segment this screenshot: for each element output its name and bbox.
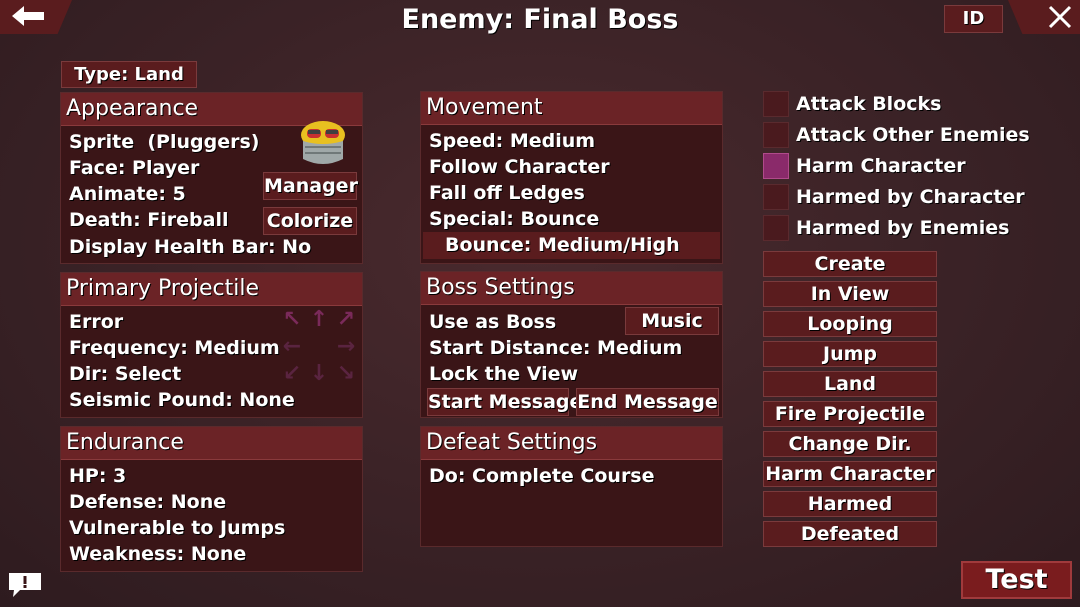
projectile-row[interactable]: Error xyxy=(69,311,123,333)
death-row[interactable]: Death: Fireball xyxy=(69,209,229,231)
animate-row[interactable]: Animate: 5 xyxy=(69,183,186,205)
direction-row[interactable]: Dir: Select xyxy=(69,363,181,385)
endurance-panel: Endurance HP: 3 Defense: None Vulnerable… xyxy=(60,426,363,572)
hp-row[interactable]: HP: 3 xyxy=(69,465,126,487)
arrow-down-icon[interactable]: ↓ xyxy=(307,361,331,386)
health-bar-row[interactable]: Display Health Bar: No xyxy=(69,236,311,258)
weakness-row[interactable]: Weakness: None xyxy=(69,543,246,565)
start-message-button[interactable]: Start Message xyxy=(427,388,582,416)
colorize-button[interactable]: Colorize xyxy=(263,207,357,235)
bounce-label: Bounce: Medium/High xyxy=(445,234,680,256)
use-as-boss-row[interactable]: Use as Boss xyxy=(429,311,556,333)
primary-projectile-title: Primary Projectile xyxy=(61,273,362,306)
event-harmed-button[interactable]: Harmed xyxy=(763,491,937,517)
frequency-row[interactable]: Frequency: Medium xyxy=(69,337,280,359)
harmed-by-enemies-label[interactable]: Harmed by Enemies xyxy=(796,217,1010,239)
follow-character-row[interactable]: Follow Character xyxy=(429,156,610,178)
boss-settings-panel: Boss Settings Use as Boss Start Distance… xyxy=(420,271,723,418)
attack-blocks-label[interactable]: Attack Blocks xyxy=(796,93,941,115)
arrow-up-left-icon[interactable]: ↖ xyxy=(280,307,304,332)
id-button[interactable]: ID xyxy=(944,5,1003,33)
event-create-button[interactable]: Create xyxy=(763,251,937,277)
defeat-action-row[interactable]: Do: Complete Course xyxy=(429,465,655,487)
harmed-by-enemies-checkbox[interactable] xyxy=(763,215,789,241)
attack-other-enemies-label[interactable]: Attack Other Enemies xyxy=(796,124,1030,146)
speech-bubble-alert-icon xyxy=(9,573,41,597)
enemy-sprite-icon xyxy=(299,119,347,169)
boss-settings-title: Boss Settings xyxy=(421,272,722,305)
movement-panel: Movement Speed: Medium Follow Character … xyxy=(420,91,723,264)
event-defeated-button[interactable]: Defeated xyxy=(763,521,937,547)
vulnerable-row[interactable]: Vulnerable to Jumps xyxy=(69,517,285,539)
event-harm-character-button[interactable]: Harm Character xyxy=(763,461,937,487)
page-title: Enemy: Final Boss xyxy=(401,4,679,35)
fall-off-ledges-row[interactable]: Fall off Ledges xyxy=(429,182,585,204)
event-jump-button[interactable]: Jump xyxy=(763,341,937,367)
arrow-up-icon[interactable]: ↑ xyxy=(307,307,331,332)
movement-title: Movement xyxy=(421,92,722,125)
sprite-row[interactable]: Sprite (Pluggers) xyxy=(69,131,259,153)
arrow-right-icon[interactable]: → xyxy=(334,334,358,359)
feedback-button[interactable] xyxy=(6,570,44,600)
test-button[interactable]: Test xyxy=(961,561,1072,599)
manager-button[interactable]: Manager xyxy=(263,172,358,200)
defeat-settings-title: Defeat Settings xyxy=(421,427,722,460)
event-in-view-button[interactable]: In View xyxy=(763,281,937,307)
event-looping-button[interactable]: Looping xyxy=(763,311,937,337)
special-row[interactable]: Special: Bounce xyxy=(429,208,599,230)
arrow-down-right-icon[interactable]: ↘ xyxy=(334,361,358,386)
end-message-button[interactable]: End Message xyxy=(576,388,719,416)
face-row[interactable]: Face: Player xyxy=(69,157,199,179)
type-button[interactable]: Type: Land xyxy=(61,61,197,88)
arrow-left-icon[interactable]: ← xyxy=(280,334,304,359)
harmed-by-character-checkbox[interactable] xyxy=(763,184,789,210)
event-land-button[interactable]: Land xyxy=(763,371,937,397)
arrow-down-left-icon[interactable]: ↙ xyxy=(280,361,304,386)
primary-projectile-panel: Primary Projectile Error Frequency: Medi… xyxy=(60,272,363,418)
appearance-panel: Appearance Sprite (Pluggers) Face: Playe… xyxy=(60,92,363,264)
event-fire-projectile-button[interactable]: Fire Projectile xyxy=(763,401,937,427)
defeat-settings-panel: Defeat Settings Do: Complete Course xyxy=(420,426,723,547)
event-change-dir-button[interactable]: Change Dir. xyxy=(763,431,937,457)
arrow-up-right-icon[interactable]: ↗ xyxy=(334,307,358,332)
attack-blocks-checkbox[interactable] xyxy=(763,91,789,117)
seismic-pound-row[interactable]: Seismic Pound: None xyxy=(69,389,295,411)
attack-other-enemies-checkbox[interactable] xyxy=(763,122,789,148)
defense-row[interactable]: Defense: None xyxy=(69,491,226,513)
harmed-by-character-label[interactable]: Harmed by Character xyxy=(796,186,1025,208)
lock-view-row[interactable]: Lock the View xyxy=(429,363,578,385)
harm-character-checkbox[interactable] xyxy=(763,153,789,179)
speed-row[interactable]: Speed: Medium xyxy=(429,130,595,152)
start-distance-row[interactable]: Start Distance: Medium xyxy=(429,337,682,359)
endurance-title: Endurance xyxy=(61,427,362,460)
music-button[interactable]: Music xyxy=(625,307,719,335)
harm-character-label[interactable]: Harm Character xyxy=(796,155,966,177)
bounce-sub-row[interactable]: Bounce: Medium/High xyxy=(423,232,720,259)
